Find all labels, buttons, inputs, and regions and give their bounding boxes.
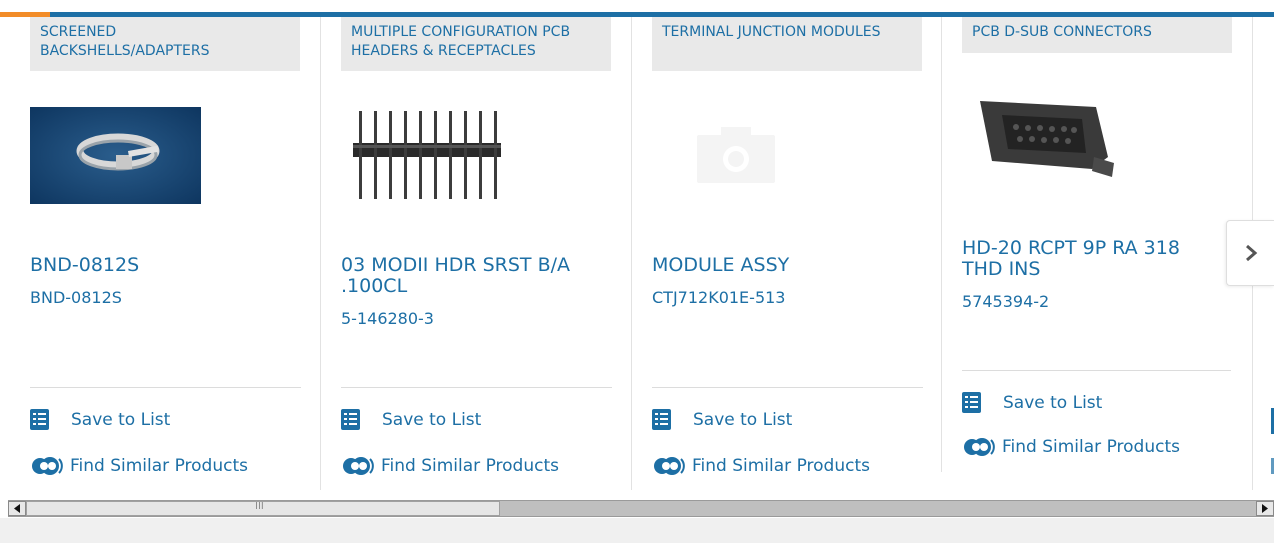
scroll-left-button[interactable] [8, 501, 26, 516]
find-similar-button[interactable]: Find Similar Products [962, 434, 1180, 460]
card-divider [320, 17, 321, 490]
card-divider [631, 17, 632, 490]
save-to-list-button[interactable]: Save to List [30, 409, 170, 430]
checklist-icon [341, 409, 360, 430]
checklist-icon [962, 392, 981, 413]
product-title[interactable]: HD-20 RCPT 9P RA 318 THD INS [962, 238, 1222, 280]
find-similar-button[interactable]: Find Similar Products [652, 453, 870, 479]
card-separator [652, 387, 923, 388]
band-clamp-photo[interactable] [30, 107, 201, 204]
scrollbar-thumb[interactable]: III [26, 501, 500, 516]
scrollbar-grip: III [255, 501, 264, 512]
find-similar-label: Find Similar Products [692, 456, 870, 476]
find-similar-icon [343, 457, 374, 475]
find-similar-icon [654, 457, 685, 475]
product-title[interactable]: 03 MODII HDR SRST B/A .100CL [341, 255, 601, 297]
pin-header-photo[interactable] [351, 109, 503, 201]
triangle-right-icon [1262, 504, 1268, 513]
save-to-list-label: Save to List [382, 409, 482, 430]
part-number[interactable]: 5745394-2 [962, 292, 1049, 311]
page-bottom-area [0, 518, 1274, 543]
find-similar-label: Find Similar Products [1002, 437, 1180, 457]
category-label[interactable]: SCREENED BACKSHELLS/ADAPTERS [30, 17, 300, 71]
product-carousel-viewport: SCREENED BACKSHELLS/ADAPTERS BND-0812S B… [0, 0, 1274, 543]
find-similar-icon [964, 438, 995, 456]
checklist-icon [30, 409, 49, 430]
part-number[interactable]: BND-0812S [30, 288, 122, 307]
save-to-list-label: Save to List [71, 409, 171, 430]
product-card: PCB D-SUB CONNECTORS HD-20 RCPT 9P RA 31… [962, 17, 1234, 492]
product-card: MULTIPLE CONFIGURATION PCB HEADERS & REC… [341, 17, 613, 492]
category-label[interactable]: MULTIPLE CONFIGURATION PCB HEADERS & REC… [341, 17, 611, 71]
triangle-left-icon [14, 504, 20, 513]
horizontal-scrollbar[interactable]: III [8, 500, 1274, 517]
product-card: SCREENED BACKSHELLS/ADAPTERS BND-0812S B… [30, 17, 302, 492]
card-divider [941, 17, 942, 472]
category-label[interactable]: PCB D-SUB CONNECTORS [962, 17, 1232, 53]
camera-placeholder-icon[interactable] [697, 127, 775, 183]
carousel-next-button[interactable] [1226, 220, 1274, 286]
save-to-list-button[interactable]: Save to List [962, 392, 1102, 413]
save-to-list-button[interactable]: Save to List [341, 409, 481, 430]
dsub-connector-photo[interactable] [976, 87, 1116, 183]
card-separator [30, 387, 301, 388]
product-title[interactable]: MODULE ASSY [652, 255, 912, 276]
find-similar-label: Find Similar Products [381, 456, 559, 476]
chevron-right-icon [1245, 244, 1257, 262]
find-similar-button[interactable]: Find Similar Products [30, 453, 248, 479]
checklist-icon [652, 409, 671, 430]
save-to-list-label: Save to List [1003, 392, 1103, 413]
product-title[interactable]: BND-0812S [30, 255, 290, 276]
scroll-right-button[interactable] [1256, 501, 1274, 516]
find-similar-label: Find Similar Products [70, 456, 248, 476]
part-number[interactable]: CTJ712K01E-513 [652, 288, 785, 307]
category-label[interactable]: TERMINAL JUNCTION MODULES [652, 17, 922, 71]
find-similar-button[interactable]: Find Similar Products [341, 453, 559, 479]
card-separator [341, 387, 612, 388]
product-card: TERMINAL JUNCTION MODULES MODULE ASSY CT… [652, 17, 924, 492]
card-separator [962, 370, 1231, 371]
find-similar-icon [32, 457, 63, 475]
save-to-list-label: Save to List [693, 409, 793, 430]
part-number[interactable]: 5-146280-3 [341, 309, 434, 328]
save-to-list-button[interactable]: Save to List [652, 409, 792, 430]
